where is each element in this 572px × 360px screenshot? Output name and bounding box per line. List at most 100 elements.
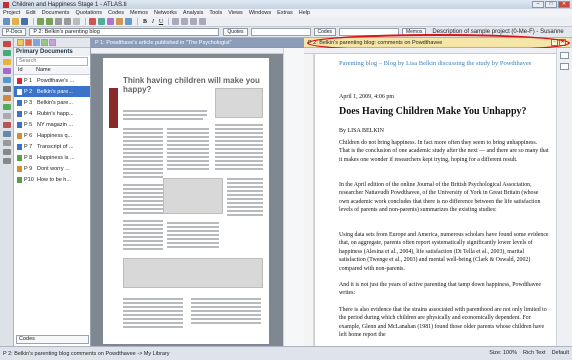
family-icon[interactable] — [116, 18, 123, 25]
text-line — [167, 226, 219, 228]
view-mode[interactable]: Default — [552, 350, 569, 356]
text-line — [215, 140, 263, 142]
document-row[interactable]: P 4 Rubin's happ... — [14, 108, 90, 119]
document-row[interactable]: P 3 Belkin's pare... — [14, 97, 90, 108]
zoom-level[interactable]: Size: 100% — [489, 350, 517, 356]
margin-settings-icon[interactable] — [560, 63, 569, 70]
align-right-icon[interactable] — [190, 18, 197, 25]
underline-icon[interactable]: U — [157, 19, 165, 25]
menu-project[interactable]: Project — [3, 10, 20, 16]
open-folder-icon[interactable] — [12, 18, 19, 25]
network-icon[interactable] — [89, 18, 96, 25]
text-line — [123, 200, 163, 202]
text-line — [123, 298, 183, 300]
menu-edit[interactable]: Edit — [26, 10, 35, 16]
codes-button[interactable]: Codes — [313, 28, 336, 36]
pdoc-manager-icon[interactable] — [3, 41, 11, 47]
document-row-selected[interactable]: P 2 Belkin's pare... — [14, 86, 90, 97]
document-row[interactable]: P 7 Transcript of ... — [14, 141, 90, 152]
close-button[interactable]: ✕ — [558, 1, 570, 8]
copy-icon[interactable] — [64, 18, 71, 25]
text-line — [167, 164, 209, 166]
document-row[interactable]: P 9 Dont worry ... — [14, 163, 90, 174]
cut-icon[interactable] — [55, 18, 62, 25]
text-line — [227, 214, 263, 216]
maximize-button[interactable]: □ — [545, 1, 557, 8]
text-line — [123, 152, 163, 154]
list-coding-icon[interactable] — [3, 131, 11, 137]
menu-memos[interactable]: Memos — [130, 10, 148, 16]
quick-code-icon[interactable] — [3, 104, 11, 110]
search-input[interactable]: Search — [16, 57, 88, 66]
text-format[interactable]: Rich Text — [523, 350, 546, 356]
document-row[interactable]: P10 How to be h... — [14, 174, 90, 185]
zoom-out-icon[interactable] — [3, 158, 11, 164]
text-line — [123, 204, 163, 206]
menu-analysis[interactable]: Analysis — [183, 10, 203, 16]
align-center-icon[interactable] — [181, 18, 188, 25]
menu-views[interactable]: Views — [228, 10, 243, 16]
codes-tab-icon[interactable] — [25, 39, 32, 46]
families-tab-icon[interactable] — [49, 39, 56, 46]
codes-filter-dropdown[interactable]: Codes — [16, 335, 89, 344]
italic-icon[interactable]: I — [149, 19, 157, 25]
quotes-button[interactable]: Quotes — [223, 28, 248, 36]
text-line — [123, 196, 163, 198]
menu-networks[interactable]: Networks — [154, 10, 177, 16]
menu-codes[interactable]: Codes — [108, 10, 124, 16]
in-vivo-icon[interactable] — [3, 122, 11, 128]
code-manager-icon[interactable] — [3, 59, 11, 65]
free-code-icon[interactable] — [3, 113, 11, 119]
menu-extras[interactable]: Extras — [277, 10, 293, 16]
text-line — [215, 136, 263, 138]
document-row[interactable]: P 1 Powdthave's ... — [14, 75, 90, 86]
column-id[interactable]: Id — [14, 67, 36, 74]
left-tool-column — [0, 38, 14, 346]
network-manager-icon[interactable] — [3, 77, 11, 83]
quotes-dropdown[interactable] — [250, 28, 311, 36]
pdocs-button[interactable]: P-Docs — [2, 28, 27, 36]
pdocs-tab-icon[interactable] — [17, 39, 24, 46]
quotation-manager-icon[interactable] — [3, 50, 11, 56]
coding-icon[interactable] — [3, 95, 11, 101]
text-line — [215, 144, 263, 146]
memos-tab-icon[interactable] — [41, 39, 48, 46]
text-line — [167, 160, 209, 162]
pdf-viewer[interactable]: Think having children will make you happ… — [91, 54, 304, 346]
primary-document-selector[interactable]: P 2: Belkin's parenting blog — [29, 28, 220, 36]
minimize-button[interactable]: – — [532, 1, 544, 8]
text-line — [167, 136, 209, 138]
margin-area-left-pane[interactable] — [283, 48, 304, 346]
document-row[interactable]: P 6 Happiness q... — [14, 130, 90, 141]
text-line — [191, 306, 261, 308]
document-row[interactable]: P 8 Happiness is ... — [14, 152, 90, 163]
redo-icon[interactable] — [46, 18, 53, 25]
bold-icon[interactable]: B — [141, 19, 149, 25]
line-number-gutter — [304, 54, 314, 346]
paste-icon[interactable] — [73, 18, 80, 25]
text-line — [215, 168, 263, 170]
bullets-icon[interactable] — [199, 18, 206, 25]
memo-manager-icon[interactable] — [3, 68, 11, 74]
tab-p1-article[interactable]: P 1: Powdthave's article published in "T… — [91, 38, 304, 48]
memo-icon[interactable] — [107, 18, 114, 25]
query-tool-icon[interactable] — [98, 18, 105, 25]
export-icon[interactable] — [125, 18, 132, 25]
menu-help[interactable]: Help — [299, 10, 310, 16]
menu-documents[interactable]: Documents — [42, 10, 70, 16]
menu-windows[interactable]: Windows — [249, 10, 271, 16]
zoom-in-icon[interactable] — [3, 149, 11, 155]
document-row[interactable]: P 5 NY magazin ... — [14, 119, 90, 130]
column-name[interactable]: Name — [36, 67, 51, 74]
quotes-tab-icon[interactable] — [33, 39, 40, 46]
align-left-icon[interactable] — [172, 18, 179, 25]
menu-tools[interactable]: Tools — [209, 10, 222, 16]
unlink-icon[interactable] — [3, 140, 11, 146]
menu-quotations[interactable]: Quotations — [75, 10, 102, 16]
undo-icon[interactable] — [37, 18, 44, 25]
margin-view-icon[interactable] — [560, 52, 569, 59]
new-project-icon[interactable] — [3, 18, 10, 25]
query-icon[interactable] — [3, 86, 11, 92]
text-line — [123, 144, 163, 146]
save-icon[interactable] — [21, 18, 28, 25]
